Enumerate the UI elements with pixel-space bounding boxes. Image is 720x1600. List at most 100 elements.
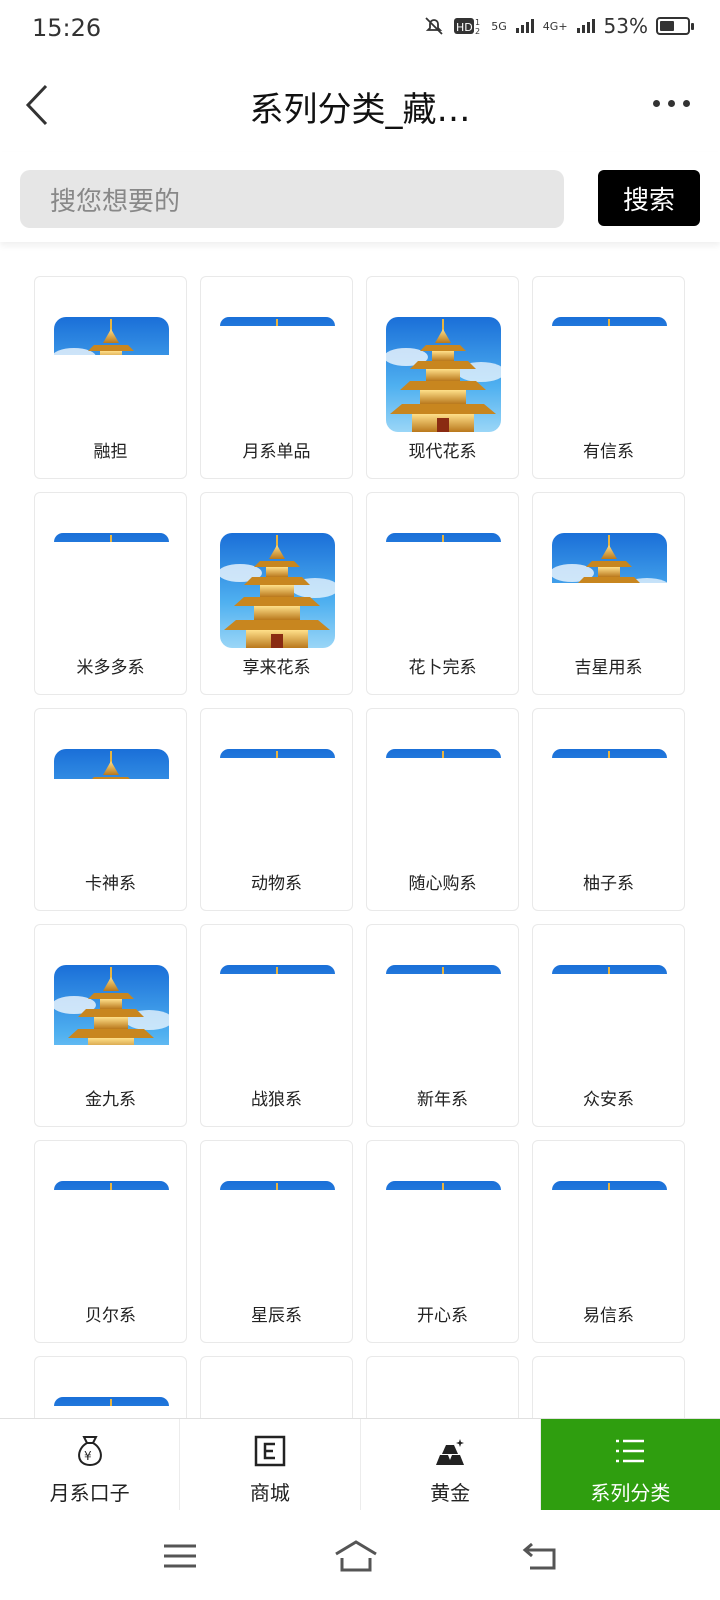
tab-monthly-loans[interactable]: ¥ 月系口子 bbox=[0, 1419, 181, 1511]
mute-notification-icon bbox=[425, 17, 443, 35]
category-card[interactable]: 随心购系 bbox=[366, 708, 519, 911]
category-label: 卡神系 bbox=[85, 874, 136, 894]
pagoda-thumbnail-image bbox=[54, 317, 169, 355]
pagoda-thumbnail-image bbox=[552, 749, 667, 758]
pagoda-thumbnail-image bbox=[386, 533, 501, 542]
pagoda-thumbnail-image bbox=[386, 1181, 501, 1190]
battery-icon bbox=[656, 17, 694, 35]
status-icons: HD 1 2 5G 4G+ 53% bbox=[423, 14, 694, 38]
network-5g-label: 5G bbox=[491, 19, 507, 33]
category-card[interactable]: 享来花系 bbox=[200, 492, 353, 695]
category-label: 星辰系 bbox=[251, 1306, 302, 1326]
category-label: 金九系 bbox=[85, 1090, 136, 1110]
pagoda-thumbnail-image bbox=[220, 317, 335, 326]
tab-gold[interactable]: 黄金 bbox=[361, 1419, 541, 1511]
category-card[interactable]: 星辰系 bbox=[200, 1140, 353, 1343]
category-card[interactable]: 开心系 bbox=[366, 1140, 519, 1343]
svg-text:2: 2 bbox=[475, 27, 480, 36]
category-label: 柚子系 bbox=[583, 874, 634, 894]
category-label: 战狼系 bbox=[251, 1090, 302, 1110]
category-card[interactable]: 柚子系 bbox=[532, 708, 685, 911]
pagoda-thumbnail-image bbox=[54, 533, 169, 542]
gold-bars-icon bbox=[436, 1439, 465, 1465]
tab-label: 商城 bbox=[249, 1481, 290, 1505]
home-icon[interactable] bbox=[332, 1538, 380, 1574]
pagoda-thumbnail-image bbox=[552, 533, 667, 583]
list-icon bbox=[616, 1439, 645, 1463]
category-card[interactable]: 战狼系 bbox=[200, 924, 353, 1127]
category-label: 享来花系 bbox=[242, 658, 311, 678]
system-navigation-bar bbox=[0, 1510, 720, 1600]
menu-icon[interactable] bbox=[160, 1538, 200, 1574]
pagoda-thumbnail-image bbox=[552, 317, 667, 326]
category-card[interactable]: 月系单品 bbox=[200, 276, 353, 479]
pagoda-thumbnail-image bbox=[220, 533, 335, 648]
category-label: 众安系 bbox=[583, 1090, 634, 1110]
status-bar: 15:26 HD 1 2 5G 4G+ 53% bbox=[0, 0, 720, 60]
pagoda-thumbnail-image bbox=[54, 1181, 169, 1190]
page-title: 系列分类_藏… bbox=[249, 90, 471, 130]
category-card[interactable]: 新年系 bbox=[366, 924, 519, 1127]
category-label: 花卜完系 bbox=[408, 658, 477, 678]
category-card[interactable]: 花卜完系 bbox=[366, 492, 519, 695]
tab-series-category[interactable]: 系列分类 bbox=[540, 1419, 720, 1511]
category-label: 现代花系 bbox=[408, 442, 477, 462]
svg-text:1: 1 bbox=[475, 18, 480, 27]
pagoda-thumbnail-image bbox=[552, 965, 667, 974]
category-card[interactable]: 现代花系 bbox=[366, 276, 519, 479]
search-input[interactable]: 搜您想要的 bbox=[20, 170, 564, 228]
svg-text:¥: ¥ bbox=[84, 1449, 92, 1463]
more-options-icon[interactable] bbox=[653, 100, 690, 107]
hd-icon: HD 12 bbox=[454, 18, 480, 36]
pagoda-thumbnail-image bbox=[220, 749, 335, 758]
category-card[interactable]: 卡神系 bbox=[34, 708, 187, 911]
pagoda-thumbnail-image bbox=[220, 1181, 335, 1190]
tab-shop[interactable]: 商城 bbox=[180, 1419, 361, 1511]
battery-percent: 53% bbox=[603, 14, 648, 38]
category-card[interactable]: 动物系 bbox=[200, 708, 353, 911]
svg-text:HD: HD bbox=[456, 21, 473, 34]
pagoda-thumbnail-image bbox=[386, 749, 501, 758]
tab-label: 黄金 bbox=[430, 1481, 471, 1505]
network-4g-label: 4G+ bbox=[542, 19, 568, 33]
search-bar: 搜您想要的 搜索 bbox=[0, 152, 720, 242]
category-label: 月系单品 bbox=[242, 442, 311, 462]
signal-icon bbox=[515, 19, 534, 33]
pagoda-thumbnail-image bbox=[386, 317, 501, 432]
category-label: 新年系 bbox=[417, 1090, 468, 1110]
category-card[interactable]: 金九系 bbox=[34, 924, 187, 1127]
status-time: 15:26 bbox=[32, 14, 102, 42]
category-label: 有信系 bbox=[583, 442, 634, 462]
category-card[interactable]: 有信系 bbox=[532, 276, 685, 479]
navigation-bar: 系列分类_藏… bbox=[0, 60, 720, 152]
category-label: 动物系 bbox=[251, 874, 302, 894]
category-card[interactable]: 吉星用系 bbox=[532, 492, 685, 695]
category-label: 开心系 bbox=[417, 1306, 468, 1326]
category-card[interactable]: 米多多系 bbox=[34, 492, 187, 695]
back-nav-icon[interactable] bbox=[520, 1538, 560, 1574]
tab-label: 系列分类 bbox=[590, 1481, 671, 1505]
category-card[interactable]: 众安系 bbox=[532, 924, 685, 1127]
category-label: 吉星用系 bbox=[574, 658, 643, 678]
category-label: 易信系 bbox=[583, 1306, 634, 1326]
pagoda-thumbnail-image bbox=[54, 965, 169, 1045]
pagoda-thumbnail-image bbox=[386, 965, 501, 974]
category-label: 融担 bbox=[93, 442, 128, 462]
pagoda-thumbnail-image bbox=[552, 1181, 667, 1190]
money-bag-icon: ¥ bbox=[77, 1436, 102, 1467]
signal-icon-2 bbox=[576, 19, 595, 33]
category-card[interactable]: 融担 bbox=[34, 276, 187, 479]
category-label: 贝尔系 bbox=[85, 1306, 136, 1326]
bottom-tab-bar: ¥ 月系口子 商城 黄金 系列分类 bbox=[0, 1418, 720, 1511]
search-button[interactable]: 搜索 bbox=[598, 170, 700, 226]
pagoda-thumbnail-image bbox=[54, 1397, 169, 1406]
category-card[interactable]: 易信系 bbox=[532, 1140, 685, 1343]
pagoda-thumbnail-image bbox=[220, 965, 335, 974]
category-label: 米多多系 bbox=[76, 658, 145, 678]
category-card[interactable]: 贝尔系 bbox=[34, 1140, 187, 1343]
tab-label: 月系口子 bbox=[49, 1481, 130, 1505]
shop-e-icon bbox=[254, 1435, 286, 1467]
category-grid: 融担 月系单品 现代花系 有信系 米多多系 享来花系 花卜完系 吉星用系 卡神系… bbox=[34, 276, 686, 1559]
category-label: 随心购系 bbox=[408, 874, 477, 894]
pagoda-thumbnail-image bbox=[54, 749, 169, 779]
